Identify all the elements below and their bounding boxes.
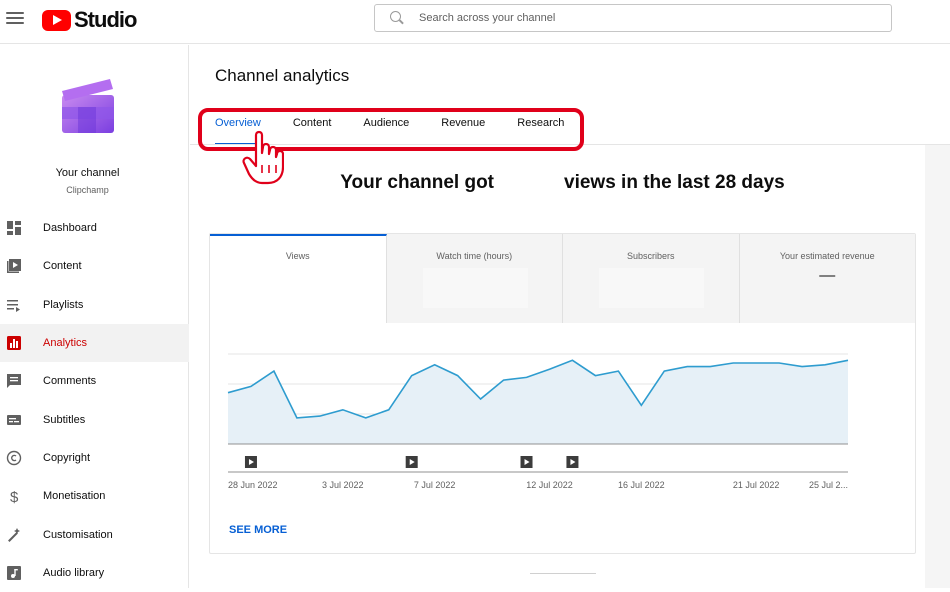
video-marker-icon[interactable] [245, 456, 257, 468]
svg-text:$: $ [10, 489, 19, 504]
page-title: Channel analytics [215, 66, 349, 86]
copyright-icon [6, 450, 22, 466]
metric-tab-subscribers[interactable]: Subscribers [563, 234, 740, 323]
sidebar-item-content[interactable]: Content [0, 247, 189, 285]
analytics-icon [6, 335, 22, 351]
chart-x-tick-label: 25 Jul 2... [809, 480, 848, 490]
sidebar-item-label: Audio library [43, 567, 104, 579]
menu-icon[interactable] [6, 9, 24, 27]
channel-avatar[interactable] [58, 77, 116, 135]
video-marker-icon[interactable] [521, 456, 533, 468]
sidebar-item-label: Playlists [43, 299, 83, 311]
chart-x-tick-label: 12 Jul 2022 [526, 480, 573, 490]
metric-label: Watch time (hours) [387, 251, 563, 261]
sidebar-item-label: Customisation [43, 529, 113, 541]
chart-x-tick-label: 3 Jul 2022 [322, 480, 364, 490]
sidebar-item-monetisation[interactable]: $ Monetisation [0, 477, 189, 515]
chart-x-tick-label: 21 Jul 2022 [733, 480, 780, 490]
sidebar-item-copyright[interactable]: Copyright [0, 439, 189, 477]
metric-value-redacted [423, 268, 528, 308]
channel-name: Your channel [0, 167, 175, 179]
sidebar-item-customisation[interactable]: Customisation [0, 515, 189, 553]
metrics-card: Views Watch time (hours) Subscribers You… [209, 233, 916, 554]
metric-label: Views [210, 251, 386, 261]
sidebar-item-audio-library[interactable]: Audio library [0, 554, 189, 592]
sidebar-item-subtitles[interactable]: Subtitles [0, 400, 189, 438]
bottom-divider [530, 573, 596, 574]
comments-icon [6, 373, 22, 389]
playlists-icon [6, 297, 22, 313]
video-marker-icon[interactable] [406, 456, 418, 468]
right-scroll-area [925, 145, 950, 588]
sidebar: Your channel Clipchamp Dashboard Content… [0, 45, 189, 588]
metric-tabs: Views Watch time (hours) Subscribers You… [210, 234, 915, 323]
content-icon [6, 258, 22, 274]
headline-prefix: Your channel got [340, 172, 494, 193]
sidebar-item-label: Copyright [43, 452, 90, 464]
chart-x-tick-label: 7 Jul 2022 [414, 480, 456, 490]
metric-label: Your estimated revenue [740, 251, 916, 261]
subtitles-icon [6, 412, 22, 428]
headline-suffix: views in the last 28 days [564, 172, 785, 193]
sidebar-item-label: Comments [43, 375, 96, 387]
sidebar-item-label: Monetisation [43, 490, 105, 502]
monetisation-icon: $ [6, 488, 22, 504]
metric-label: Subscribers [563, 251, 739, 261]
video-marker-icon[interactable] [566, 456, 578, 468]
sidebar-item-comments[interactable]: Comments [0, 362, 189, 400]
sidebar-nav: Dashboard Content Playlists Analytics Co… [0, 209, 189, 592]
see-more-link[interactable]: SEE MORE [229, 524, 287, 536]
audio-library-icon [6, 565, 22, 581]
search-box[interactable] [374, 4, 892, 32]
chart-x-tick-label: 28 Jun 2022 [228, 480, 278, 490]
sidebar-item-label: Subtitles [43, 414, 85, 426]
search-icon[interactable] [389, 10, 405, 26]
customisation-icon [6, 527, 22, 543]
metric-value-redacted [599, 268, 704, 308]
metric-tab-watch-time[interactable]: Watch time (hours) [387, 234, 564, 323]
metric-value: — [740, 267, 916, 285]
views-chart: 28 Jun 2022 3 Jul 2022 7 Jul 2022 12 Jul 20… [228, 354, 850, 494]
sidebar-item-playlists[interactable]: Playlists [0, 286, 189, 324]
studio-logo[interactable]: Studio [42, 7, 136, 33]
top-bar: Studio [0, 0, 950, 44]
views-headline: Your channel got views in the last 28 day… [190, 172, 935, 194]
search-input[interactable] [419, 12, 859, 24]
views-chart-svg: 28 Jun 2022 3 Jul 2022 7 Jul 2022 12 Jul 20… [228, 354, 850, 494]
metric-tab-revenue[interactable]: Your estimated revenue — [740, 234, 916, 323]
dashboard-icon [6, 220, 22, 236]
sidebar-item-label: Analytics [43, 337, 87, 349]
chart-x-tick-label: 16 Jul 2022 [618, 480, 665, 490]
sidebar-item-analytics[interactable]: Analytics [0, 324, 189, 362]
main-content: Channel analytics Overview Content Audie… [190, 45, 950, 588]
sidebar-item-label: Content [43, 260, 82, 272]
channel-subtitle: Clipchamp [0, 185, 175, 195]
youtube-logo-icon [42, 10, 71, 31]
app-title: Studio [74, 7, 136, 33]
sidebar-item-label: Dashboard [43, 222, 97, 234]
metric-tab-views[interactable]: Views [210, 234, 387, 323]
sidebar-item-dashboard[interactable]: Dashboard [0, 209, 189, 247]
